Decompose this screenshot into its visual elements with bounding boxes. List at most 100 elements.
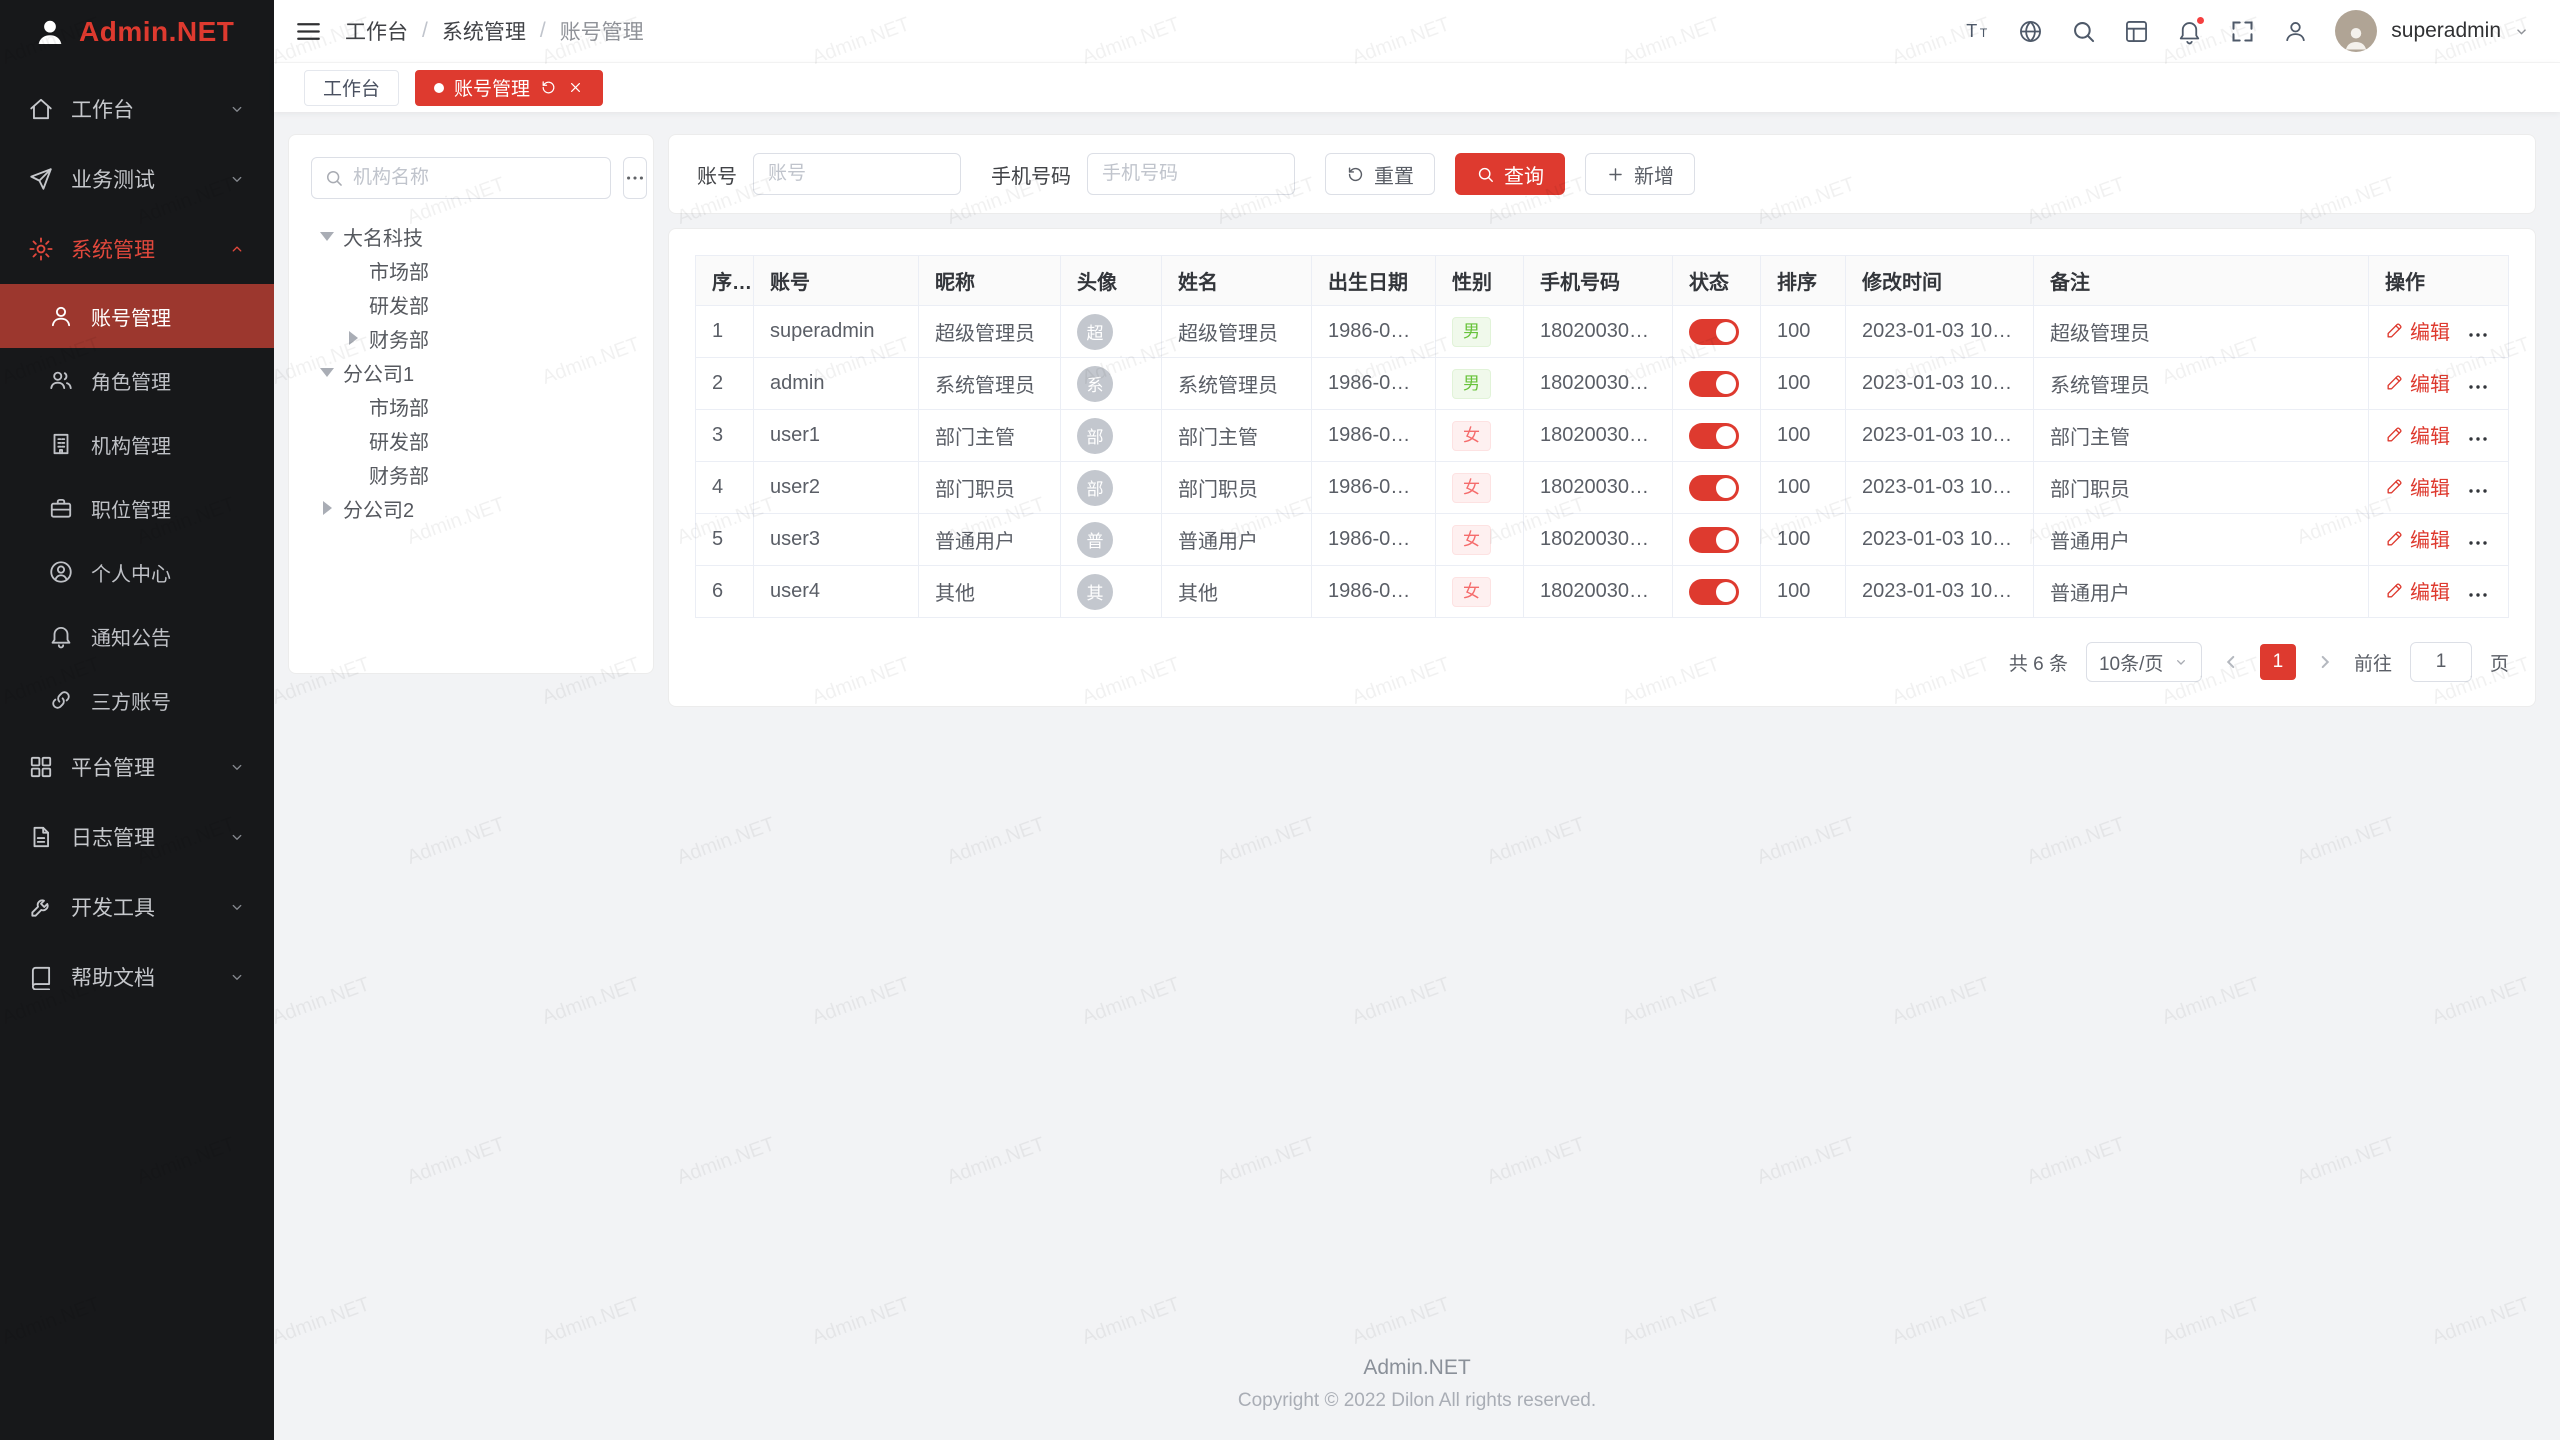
gender-tag: 女 <box>1452 421 1491 451</box>
page-size-select[interactable]: 10条/页 <box>2086 642 2202 682</box>
tab-workbench[interactable]: 工作台 <box>304 70 399 106</box>
sidebar-item-label: 日志管理 <box>71 822 228 852</box>
account-input[interactable] <box>753 153 961 195</box>
cell-modified: 2023-01-03 10:59:44 <box>1846 566 2034 618</box>
row-more-button[interactable] <box>2466 323 2490 347</box>
edit-button[interactable]: 编辑 <box>2385 368 2450 397</box>
status-toggle[interactable] <box>1689 475 1739 501</box>
edit-button[interactable]: 编辑 <box>2385 472 2450 501</box>
breadcrumb-item[interactable]: 系统管理 <box>442 16 526 46</box>
status-toggle[interactable] <box>1689 371 1739 397</box>
reset-button[interactable]: 重置 <box>1325 153 1435 195</box>
sidebar-item-dev-tools[interactable]: 开发工具 <box>0 872 274 942</box>
edit-button[interactable]: 编辑 <box>2385 316 2450 345</box>
search-button[interactable]: 查询 <box>1455 153 1565 195</box>
tree-node-branch-2[interactable]: 分公司2 <box>311 491 631 525</box>
tree-node-rnd-dept[interactable]: 研发部 <box>311 423 631 457</box>
notification-bell-icon[interactable] <box>2176 18 2203 45</box>
cell-gender: 女 <box>1436 462 1524 514</box>
cell-status <box>1673 410 1761 462</box>
sidebar-item-notice[interactable]: 通知公告 <box>0 604 274 668</box>
footer: Admin.NET Copyright © 2022 Dilon All rig… <box>274 1336 2560 1440</box>
cell-account: admin <box>754 358 919 410</box>
sidebar-item-platform-management[interactable]: 平台管理 <box>0 732 274 802</box>
user-settings-icon[interactable] <box>2282 18 2309 45</box>
cell-avatar: 部 <box>1061 410 1162 462</box>
goto-page-input[interactable] <box>2410 642 2472 682</box>
tree-node-daming-tech[interactable]: 大名科技 <box>311 219 631 253</box>
phone-input[interactable] <box>1087 153 1295 195</box>
sidebar-item-third-party-account[interactable]: 三方账号 <box>0 668 274 732</box>
hamburger-menu-icon[interactable] <box>294 17 323 46</box>
status-toggle[interactable] <box>1689 319 1739 345</box>
row-more-button[interactable] <box>2466 427 2490 451</box>
prev-page-button[interactable] <box>2220 651 2242 673</box>
edit-button[interactable]: 编辑 <box>2385 420 2450 449</box>
username[interactable]: superadmin <box>2391 19 2501 43</box>
sidebar-item-position-management[interactable]: 职位管理 <box>0 476 274 540</box>
caret-down-icon[interactable] <box>315 224 339 248</box>
page-number-button[interactable]: 1 <box>2260 644 2296 680</box>
sidebar-item-workbench[interactable]: 工作台 <box>0 74 274 144</box>
status-toggle[interactable] <box>1689 423 1739 449</box>
font-size-icon[interactable]: TT <box>1964 18 1991 45</box>
add-button[interactable]: 新增 <box>1585 153 1695 195</box>
column-header: 手机号码 <box>1524 256 1673 306</box>
cell-index: 5 <box>696 514 754 566</box>
row-more-button[interactable] <box>2466 375 2490 399</box>
sidebar-item-org-management[interactable]: 机构管理 <box>0 412 274 476</box>
layout-config-icon[interactable] <box>2123 18 2150 45</box>
cell-avatar: 其 <box>1061 566 1162 618</box>
sidebar-item-account-management[interactable]: 账号管理 <box>0 284 274 348</box>
search-icon <box>1476 165 1495 184</box>
refresh-icon[interactable] <box>540 79 557 96</box>
grid-icon <box>28 754 54 780</box>
tree-node-marketing-dept[interactable]: 市场部 <box>311 253 631 287</box>
tree-node-finance-dept[interactable]: 财务部 <box>311 321 631 355</box>
tree-node-rnd-dept[interactable]: 研发部 <box>311 287 631 321</box>
caret-right-icon[interactable] <box>315 496 339 520</box>
users-icon <box>48 367 74 393</box>
caret-down-icon[interactable] <box>315 360 339 384</box>
tree-more-button[interactable] <box>623 157 647 199</box>
row-more-button[interactable] <box>2466 583 2490 607</box>
sidebar-item-system-management[interactable]: 系统管理 <box>0 214 274 284</box>
user-avatar[interactable] <box>2335 10 2377 52</box>
avatar: 部 <box>1077 418 1113 454</box>
edit-icon <box>2385 477 2404 496</box>
caret-right-icon[interactable] <box>341 326 365 350</box>
cell-index: 3 <box>696 410 754 462</box>
next-page-button[interactable] <box>2314 651 2336 673</box>
sidebar-item-business-test[interactable]: 业务测试 <box>0 144 274 214</box>
tree-node-finance-dept[interactable]: 财务部 <box>311 457 631 491</box>
cell-order: 100 <box>1761 566 1846 618</box>
org-search-box[interactable] <box>311 157 611 199</box>
tab-account-management[interactable]: 账号管理 <box>415 70 603 106</box>
sidebar-item-personal-center[interactable]: 个人中心 <box>0 540 274 604</box>
chevron-down-icon[interactable] <box>2513 23 2530 40</box>
breadcrumb-item[interactable]: 账号管理 <box>560 16 644 46</box>
locale-icon[interactable] <box>2017 18 2044 45</box>
column-header: 性别 <box>1436 256 1524 306</box>
sidebar-item-role-management[interactable]: 角色管理 <box>0 348 274 412</box>
org-search-input[interactable] <box>353 167 598 189</box>
building-icon <box>48 431 74 457</box>
edit-button[interactable]: 编辑 <box>2385 524 2450 553</box>
sidebar-item-help-docs[interactable]: 帮助文档 <box>0 942 274 1012</box>
status-toggle[interactable] <box>1689 579 1739 605</box>
sidebar-item-label: 通知公告 <box>91 622 246 651</box>
cell-gender: 女 <box>1436 410 1524 462</box>
fullscreen-icon[interactable] <box>2229 18 2256 45</box>
tree-node-branch-1[interactable]: 分公司1 <box>311 355 631 389</box>
row-more-button[interactable] <box>2466 531 2490 555</box>
sidebar-menu: 工作台业务测试系统管理账号管理角色管理机构管理职位管理个人中心通知公告三方账号平… <box>0 64 274 1012</box>
status-toggle[interactable] <box>1689 527 1739 553</box>
breadcrumb-item[interactable]: 工作台 <box>345 16 408 46</box>
search-icon[interactable] <box>2070 18 2097 45</box>
sidebar-item-log-management[interactable]: 日志管理 <box>0 802 274 872</box>
edit-button[interactable]: 编辑 <box>2385 576 2450 605</box>
tree-node-marketing-dept[interactable]: 市场部 <box>311 389 631 423</box>
sidebar: Admin.NET 工作台业务测试系统管理账号管理角色管理机构管理职位管理个人中… <box>0 0 274 1440</box>
close-icon[interactable] <box>567 79 584 96</box>
row-more-button[interactable] <box>2466 479 2490 503</box>
